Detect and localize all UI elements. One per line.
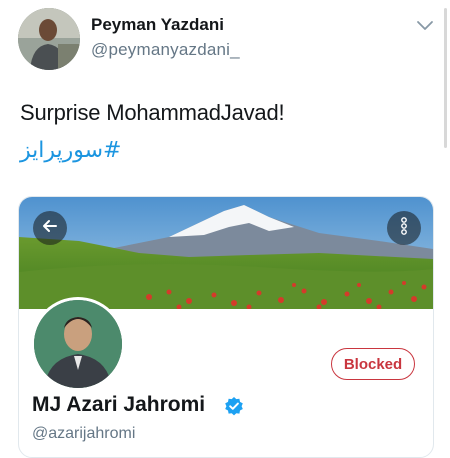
scrollbar[interactable] [444,8,447,148]
tweet-text: Surprise MohammadJavad! [20,100,285,125]
back-button[interactable] [33,211,67,245]
arrow-left-icon [41,217,59,240]
profile-avatar[interactable] [31,297,125,391]
more-options-button[interactable] [387,211,421,245]
author-name[interactable]: Peyman Yazdani [91,15,224,35]
more-vertical-icon [398,216,410,241]
author-avatar[interactable] [18,8,80,70]
tweet-header: Peyman Yazdani @peymanyazdani_ [0,0,450,80]
profile-handle[interactable]: @azarijahromi [32,425,135,443]
profile-banner [19,197,433,310]
author-handle[interactable]: @peymanyazdani_ [91,40,240,60]
chevron-down-icon[interactable] [414,18,436,34]
hashtag-link[interactable]: #سورپرایز [20,138,122,163]
blocked-button[interactable]: Blocked [331,348,415,380]
profile-name[interactable]: MJ Azari Jahromi [32,393,205,417]
verified-badge-icon [224,396,244,416]
profile-card[interactable]: Blocked MJ Azari Jahromi @azarijahromi [18,196,434,458]
